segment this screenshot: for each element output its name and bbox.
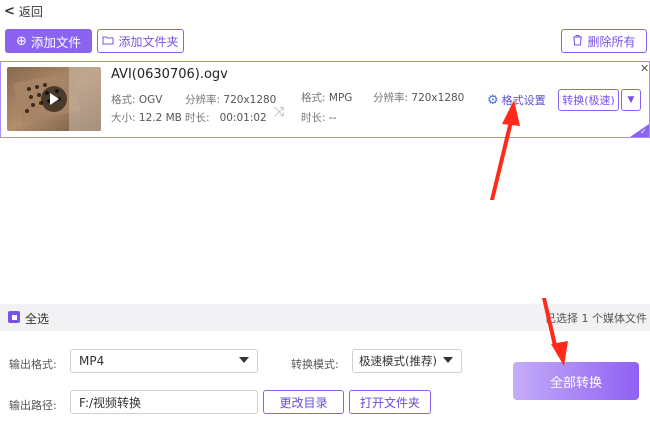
target-format: 格式: MPG [301,92,353,104]
check-icon: ✓ [640,127,647,136]
source-format: 格式: OGV [111,94,163,106]
target-resolution: 分辨率: 720x1280 [373,92,465,104]
format-settings-label: 格式设置 [501,94,546,107]
convert-mode-label: 转换模式: [291,358,339,371]
delete-all-button[interactable]: 删除所有 [561,29,647,53]
add-folder-label: 添加文件夹 [118,34,179,49]
shuffle-icon: ⤨ [274,105,285,120]
delete-all-label: 删除所有 [587,34,636,49]
plus-circle-icon: ⊕ [16,33,27,49]
open-folder-button[interactable]: 打开文件夹 [349,390,431,414]
source-resolution: 分辨率: 720x1280 [185,94,277,106]
back-label: 返回 [18,4,43,19]
output-format-select[interactable]: MP4 [70,349,258,373]
convert-dropdown-button[interactable]: ▼ [621,89,641,111]
convert-mode-select[interactable]: 极速模式(推荐) [352,349,462,373]
output-format-label: 输出格式: [9,358,57,371]
play-icon[interactable] [41,86,67,112]
back-button[interactable]: < 返回 [4,2,43,20]
add-folder-button[interactable]: 添加文件夹 [97,29,184,53]
select-all-label: 全选 [25,312,50,326]
source-size: 大小: 12.2 MB [111,112,182,124]
output-path-input[interactable]: F:/视频转换 [70,390,258,414]
convert-mode-value: 极速模式(推荐) [359,354,437,368]
gear-icon: ⚙ [487,92,499,108]
convert-all-button[interactable]: 全部转换 [513,362,639,400]
trash-icon [572,34,583,49]
add-file-button[interactable]: ⊕ 添加文件 [5,29,92,53]
format-settings-button[interactable]: ⚙ 格式设置 [487,92,546,108]
target-duration: 时长: -- [301,112,337,124]
folder-icon [102,34,114,48]
close-icon[interactable]: ✕ [640,62,649,75]
caret-down-icon [239,357,249,363]
video-thumbnail[interactable] [7,67,101,131]
change-directory-button[interactable]: 更改目录 [263,390,344,414]
caret-down-icon: ▼ [627,95,635,105]
convert-fast-button[interactable]: 转换(极速) [558,89,619,111]
chevron-left-icon: < [4,3,15,19]
select-all-checkbox[interactable] [8,311,20,323]
output-path-value: F:/视频转换 [79,395,142,410]
caret-down-icon [443,357,453,363]
checkbox-check-icon [11,314,17,320]
add-file-label: 添加文件 [30,34,81,50]
output-path-label: 输出路径: [9,399,57,412]
source-duration: 时长: 00:01:02 [185,112,267,124]
file-name: AVI(0630706).ogv [111,67,228,82]
selected-count-text: 已选择 1 个媒体文件 [545,312,647,325]
output-format-value: MP4 [79,354,105,368]
